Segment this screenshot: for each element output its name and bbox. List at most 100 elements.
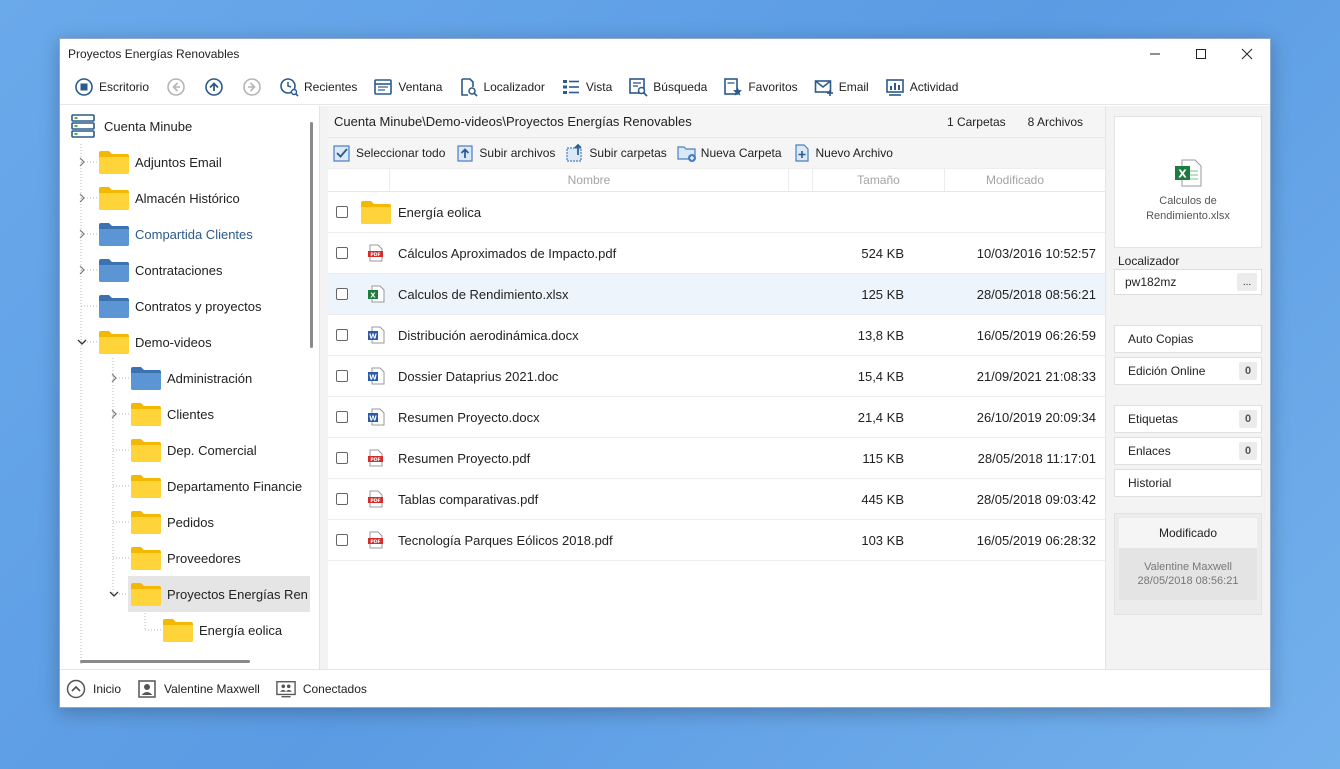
upload-folders-button[interactable]: Subir carpetas <box>565 143 667 163</box>
edicion-online-button[interactable]: Edición Online 0 <box>1114 357 1262 385</box>
status-bar: Inicio Valentine Maxwell Conectados <box>60 669 1270 707</box>
chevron-right-icon[interactable] <box>77 157 87 167</box>
tree-item-clientes[interactable]: Clientes <box>130 396 214 432</box>
home-button[interactable]: Inicio <box>66 679 121 699</box>
tree-item-label: Proyectos Energías Ren <box>167 586 308 602</box>
row-checkbox[interactable] <box>336 206 348 218</box>
maximize-button[interactable] <box>1178 39 1224 69</box>
tree-vertical-scrollbar[interactable] <box>310 122 313 348</box>
name-column-header[interactable]: Nombre <box>390 169 789 191</box>
row-checkbox[interactable] <box>336 493 348 505</box>
new-file-button[interactable]: Nuevo Archivo <box>792 143 893 163</box>
row-checkbox[interactable] <box>336 534 348 546</box>
tree-item-label: Contrataciones <box>135 262 223 278</box>
chevron-down-icon[interactable] <box>77 337 87 347</box>
auto-copias-button[interactable]: Auto Copias <box>1114 325 1262 353</box>
row-checkbox[interactable] <box>336 411 348 423</box>
tree-item-administracion[interactable]: Administración <box>130 360 252 396</box>
file-row[interactable]: PDF Tecnología Parques Eólicos 2018.pdf … <box>328 520 1105 561</box>
file-row[interactable]: PDF Tablas comparativas.pdf 445 KB 28/05… <box>328 479 1105 520</box>
tree-horizontal-scrollbar[interactable] <box>80 660 250 663</box>
forward-button[interactable] <box>233 73 271 101</box>
file-row[interactable]: PDF Resumen Proyecto.pdf 115 KB 28/05/20… <box>328 438 1105 479</box>
new-folder-button[interactable]: Nueva Carpeta <box>677 143 782 163</box>
file-row[interactable]: W Resumen Proyecto.docx 21,4 KB 26/10/20… <box>328 397 1105 438</box>
upload-folders-label: Subir carpetas <box>589 146 667 160</box>
connected-button[interactable]: Conectados <box>276 679 367 699</box>
pdf-file-icon: PDF <box>360 490 392 508</box>
connected-users-icon <box>276 680 296 697</box>
view-button[interactable]: Vista <box>553 73 620 101</box>
chevron-right-icon[interactable] <box>77 193 87 203</box>
tree-item-label: Clientes <box>167 406 214 422</box>
folder-icon <box>131 547 161 570</box>
tree-item-pedidos[interactable]: Pedidos <box>130 504 214 540</box>
size-column-header[interactable]: Tamaño <box>813 169 945 191</box>
pdf-file-icon: PDF <box>360 531 392 549</box>
window-button[interactable]: Ventana <box>365 73 450 101</box>
enlaces-button[interactable]: Enlaces 0 <box>1114 437 1262 465</box>
document-search-icon <box>461 77 479 97</box>
tree-item-almacen-historico[interactable]: Almacén Histórico <box>98 180 240 216</box>
activity-button[interactable]: Actividad <box>877 73 967 101</box>
file-name: Distribución aerodinámica.docx <box>398 327 579 343</box>
tree-item-adjuntos-email[interactable]: Adjuntos Email <box>98 144 222 180</box>
row-checkbox[interactable] <box>336 288 348 300</box>
close-button[interactable] <box>1224 39 1270 69</box>
file-preview[interactable]: X Calculos de Rendimiento.xlsx <box>1114 116 1262 248</box>
row-checkbox[interactable] <box>336 329 348 341</box>
recent-button[interactable]: Recientes <box>271 73 365 101</box>
user-button[interactable]: Valentine Maxwell <box>137 679 260 699</box>
row-checkbox[interactable] <box>336 370 348 382</box>
select-all-button[interactable]: Seleccionar todo <box>332 143 445 163</box>
desktop-button[interactable]: Escritorio <box>66 73 157 101</box>
row-checkbox[interactable] <box>336 247 348 259</box>
locator-label: Localizador <box>1118 254 1180 268</box>
row-checkbox[interactable] <box>336 452 348 464</box>
tree-item-departamento-financiero[interactable]: Departamento Financie <box>130 468 302 504</box>
historial-button[interactable]: Historial <box>1114 469 1262 497</box>
upload-files-button[interactable]: Subir archivos <box>455 143 555 163</box>
file-row[interactable]: PDF Cálculos Aproximados de Impacto.pdf … <box>328 233 1105 274</box>
pane-splitter[interactable] <box>320 106 328 671</box>
favorites-button[interactable]: Favoritos <box>715 73 805 101</box>
search-icon <box>629 77 648 97</box>
tree-item-contratos-y-proyectos[interactable]: Contratos y proyectos <box>98 288 261 324</box>
email-label: Email <box>838 79 869 94</box>
chevron-right-icon[interactable] <box>109 409 119 419</box>
new-file-icon <box>794 144 809 162</box>
folder-tree: Cuenta Minube Adjuntos Email Almacén His… <box>60 106 320 671</box>
tree-item-compartida-clientes[interactable]: Compartida Clientes <box>98 216 253 252</box>
file-size: 15,4 KB <box>857 368 904 384</box>
svg-text:W: W <box>369 332 377 340</box>
back-button[interactable] <box>157 73 195 101</box>
chevron-down-icon[interactable] <box>109 589 119 599</box>
tree-item-energia-eolica[interactable]: Energía eolica <box>162 612 282 648</box>
file-row[interactable]: W Distribución aerodinámica.docx 13,8 KB… <box>328 315 1105 356</box>
minimize-button[interactable] <box>1132 39 1178 69</box>
etiquetas-label: Etiquetas <box>1128 412 1179 426</box>
svg-text:W: W <box>369 414 377 422</box>
up-button[interactable] <box>195 73 233 101</box>
locator-field[interactable]: pw182mz ... <box>1114 269 1262 295</box>
file-row[interactable]: Energía eolica <box>328 192 1105 233</box>
tree-item-contrataciones[interactable]: Contrataciones <box>98 252 222 288</box>
chevron-right-icon[interactable] <box>77 229 87 239</box>
tree-item-demo-videos[interactable]: Demo-videos <box>98 324 212 360</box>
locator-more-button[interactable]: ... <box>1237 273 1257 291</box>
modified-column-header[interactable]: Modificado <box>945 169 1085 191</box>
etiquetas-button[interactable]: Etiquetas 0 <box>1114 405 1262 433</box>
app-window: Proyectos Energías Renovables Escritorio… <box>59 38 1271 708</box>
chevron-right-icon[interactable] <box>109 373 119 383</box>
tree-item-proyectos-energias[interactable]: Proyectos Energías Ren <box>128 576 310 612</box>
tree-item-label: Almacén Histórico <box>135 190 240 206</box>
file-row[interactable]: W Dossier Dataprius 2021.doc 15,4 KB 21/… <box>328 356 1105 397</box>
file-row-selected[interactable]: X Calculos de Rendimiento.xlsx 125 KB 28… <box>328 274 1105 315</box>
tree-item-proveedores[interactable]: Proveedores <box>130 540 241 576</box>
chevron-right-icon[interactable] <box>77 265 87 275</box>
tree-item-dep-comercial[interactable]: Dep. Comercial <box>130 432 257 468</box>
email-button[interactable]: Email <box>806 73 877 101</box>
locator-button[interactable]: Localizador <box>450 73 552 101</box>
upload-file-icon <box>457 145 473 162</box>
search-button[interactable]: Búsqueda <box>620 73 715 101</box>
